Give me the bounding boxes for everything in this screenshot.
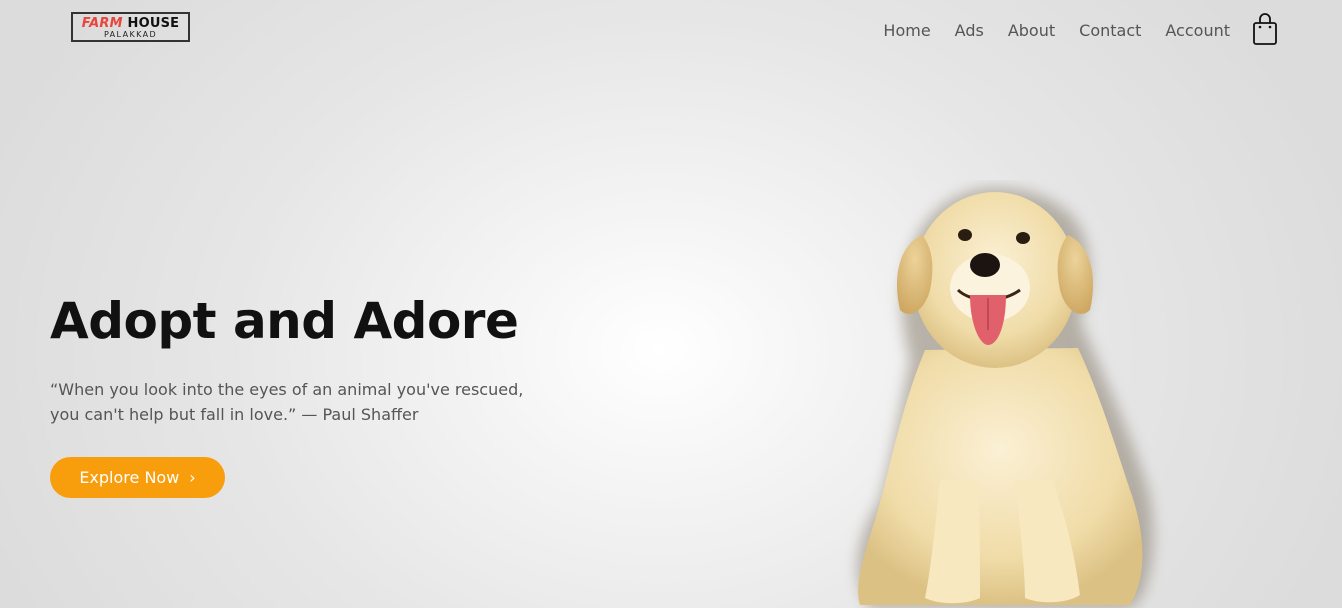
nav-home[interactable]: Home bbox=[883, 21, 930, 40]
site-header: FARM HOUSE PALAKKAD Home Ads About Conta… bbox=[0, 0, 1342, 64]
nav-about[interactable]: About bbox=[1008, 21, 1055, 40]
explore-now-label: Explore Now bbox=[79, 468, 180, 487]
puppy-image bbox=[830, 180, 1170, 608]
nav-ads[interactable]: Ads bbox=[955, 21, 984, 40]
logo-word-farm: FARM bbox=[81, 16, 123, 31]
hero-quote: “When you look into the eyes of an anima… bbox=[50, 377, 570, 427]
quote-line-1: “When you look into the eyes of an anima… bbox=[50, 380, 524, 399]
main-nav: Home Ads About Contact Account bbox=[883, 21, 1230, 40]
brand-logo[interactable]: FARM HOUSE PALAKKAD bbox=[71, 12, 190, 42]
logo-subtitle: PALAKKAD bbox=[103, 30, 158, 39]
logo-title: FARM HOUSE bbox=[73, 17, 188, 30]
quote-line-2: you can't help but fall in love.” — Paul… bbox=[50, 405, 419, 424]
logo-word-house: HOUSE bbox=[127, 16, 180, 31]
chevron-right-icon: › bbox=[189, 468, 196, 487]
hero-title: Adopt and Adore bbox=[50, 292, 519, 350]
explore-now-button[interactable]: Explore Now › bbox=[50, 457, 225, 498]
shopping-bag-icon[interactable] bbox=[1252, 12, 1278, 46]
nav-account[interactable]: Account bbox=[1165, 21, 1230, 40]
nav-contact[interactable]: Contact bbox=[1079, 21, 1141, 40]
